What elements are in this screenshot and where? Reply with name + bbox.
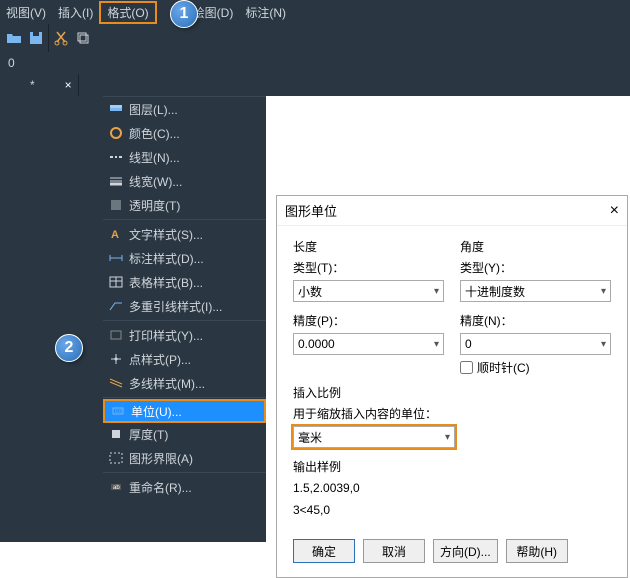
svg-text:0.0: 0.0: [115, 409, 122, 415]
copy-icon[interactable]: [73, 28, 93, 48]
rename-icon: ab: [103, 479, 129, 495]
insert-scale-select[interactable]: 毫米▾: [293, 426, 455, 448]
length-heading: 长度: [293, 238, 444, 255]
menu-item-label: 表格样式(B)...: [129, 274, 266, 291]
menu-item-label: 图形界限(A): [129, 450, 266, 467]
menu-item-label: 线型(N)...: [129, 149, 266, 166]
menu-item-ptstyle[interactable]: 点样式(P)...: [103, 347, 266, 371]
save-icon[interactable]: [26, 28, 46, 48]
menu-item-label: 文字样式(S)...: [129, 226, 266, 243]
menu-item-color-wheel[interactable]: 颜色(C)...: [103, 121, 266, 145]
linetype-icon: [103, 149, 129, 165]
menu-item-units[interactable]: 0.0 单位(U)...: [103, 399, 266, 423]
menu-item-plotstyle[interactable]: 打印样式(Y)...: [103, 323, 266, 347]
chevron-down-icon: ▾: [601, 286, 606, 297]
angle-type-label: 类型(Y)：: [460, 259, 611, 276]
menu-item-label: 厚度(T): [129, 426, 266, 443]
menu-item-linetype[interactable]: 线型(N)...: [103, 145, 266, 169]
menu-item-label: 多重引线样式(I)...: [129, 298, 266, 315]
angle-type-select[interactable]: 十进制度数▾: [460, 280, 611, 302]
tablestyle-icon: [103, 274, 129, 290]
dimstyle-icon: [103, 250, 129, 266]
menu-item-mlstyle[interactable]: 多线样式(M)...: [103, 371, 266, 395]
menu-item-dimstyle[interactable]: 标注样式(D)...: [103, 246, 266, 270]
menu-item-label: 颜色(C)...: [129, 125, 266, 142]
units-dialog: 图形单位 × 长度 类型(T)： 小数▾ 精度(P)： 0.0000▾ 角度 类…: [276, 195, 628, 578]
format-dropdown: 图层(L)... 颜色(C)... 线型(N)... 线宽(W)... 透明度(T) A文…: [103, 96, 266, 542]
menu-item-lineweight[interactable]: 线宽(W)...: [103, 169, 266, 193]
menu-item-label: 透明度(T): [129, 197, 266, 214]
callout-1: 1: [170, 0, 198, 28]
menu-item-mleader[interactable]: 多重引线样式(I)...: [103, 294, 266, 318]
tab-modified-indicator: *: [0, 78, 65, 92]
menu-item-layers[interactable]: 图层(L)...: [103, 97, 266, 121]
menu-item-textstyle[interactable]: A 文字样式(S)...: [103, 222, 266, 246]
open-icon[interactable]: [4, 28, 24, 48]
svg-text:ab: ab: [113, 485, 120, 491]
menu-view[interactable]: 视图(V): [0, 1, 52, 24]
toolbar: [0, 24, 630, 52]
menu-item-label: 标注样式(D)...: [129, 250, 266, 267]
angle-heading: 角度: [460, 238, 611, 255]
sample-line2: 3<45,0: [293, 501, 611, 519]
length-precision-select[interactable]: 0.0000▾: [293, 333, 444, 355]
menu-item-thickness[interactable]: 厚度(T): [103, 422, 266, 446]
menu-dimension[interactable]: 标注(N): [239, 1, 292, 24]
tabbar: * ×: [0, 74, 630, 96]
cancel-button[interactable]: 取消: [363, 539, 425, 563]
textstyle-icon: A: [103, 226, 129, 242]
sample-heading: 输出样例: [293, 458, 611, 475]
subbar-value: 0: [8, 56, 15, 70]
menu-item-label: 重命名(R)...: [129, 479, 266, 496]
insert-scale-heading: 插入比例: [293, 384, 611, 401]
menu-item-label: 线宽(W)...: [129, 173, 266, 190]
angle-precision-label: 精度(N)：: [460, 312, 611, 329]
clockwise-checkbox[interactable]: 顺时针(C): [460, 359, 611, 376]
ptstyle-icon: [103, 351, 129, 367]
menu-item-label: 点样式(P)...: [129, 351, 266, 368]
units-icon: 0.0: [105, 403, 131, 419]
length-type-label: 类型(T)：: [293, 259, 444, 276]
layers-icon: [103, 101, 129, 117]
direction-button[interactable]: 方向(D)...: [433, 539, 498, 563]
menu-item-rename[interactable]: ab 重命名(R)...: [103, 475, 266, 499]
menu-item-transparency[interactable]: 透明度(T): [103, 193, 266, 217]
menubar: 视图(V) 插入(I) 格式(O) 绘图(D) 标注(N): [0, 0, 630, 24]
thickness-icon: [103, 426, 129, 442]
mlstyle-icon: [103, 375, 129, 391]
callout-2: 2: [55, 334, 83, 362]
menu-insert[interactable]: 插入(I): [52, 1, 99, 24]
menu-item-label: 多线样式(M)...: [129, 375, 266, 392]
menu-item-limits[interactable]: 图形界限(A): [103, 446, 266, 470]
insert-scale-sub: 用于缩放插入内容的单位：: [293, 405, 611, 422]
cut-icon[interactable]: [51, 28, 71, 48]
chevron-down-icon: ▾: [434, 286, 439, 297]
menu-item-label: 图层(L)...: [129, 101, 266, 118]
subbar: 0: [0, 52, 630, 74]
chevron-down-icon: ▾: [445, 432, 450, 443]
menu-item-tablestyle[interactable]: 表格样式(B)...: [103, 270, 266, 294]
tab-close-icon[interactable]: ×: [65, 78, 78, 92]
lineweight-icon: [103, 173, 129, 189]
chevron-down-icon: ▾: [601, 339, 606, 350]
dialog-title: 图形单位: [285, 201, 337, 220]
length-precision-label: 精度(P)：: [293, 312, 444, 329]
length-type-select[interactable]: 小数▾: [293, 280, 444, 302]
mleader-icon: [103, 298, 129, 314]
chevron-down-icon: ▾: [434, 339, 439, 350]
plotstyle-icon: [103, 327, 129, 343]
drawing-viewport[interactable]: [0, 96, 103, 542]
menu-item-label: 打印样式(Y)...: [129, 327, 266, 344]
limits-icon: [103, 450, 129, 466]
angle-precision-select[interactable]: 0▾: [460, 333, 611, 355]
help-button[interactable]: 帮助(H): [506, 539, 568, 563]
color-wheel-icon: [103, 125, 129, 141]
svg-text:A: A: [111, 229, 119, 241]
menu-item-label: 单位(U)...: [131, 403, 264, 420]
transparency-icon: [103, 197, 129, 213]
sample-line1: 1.5,2.0039,0: [293, 479, 611, 497]
ok-button[interactable]: 确定: [293, 539, 355, 563]
close-icon[interactable]: ×: [610, 202, 619, 220]
menu-format[interactable]: 格式(O): [99, 1, 156, 24]
